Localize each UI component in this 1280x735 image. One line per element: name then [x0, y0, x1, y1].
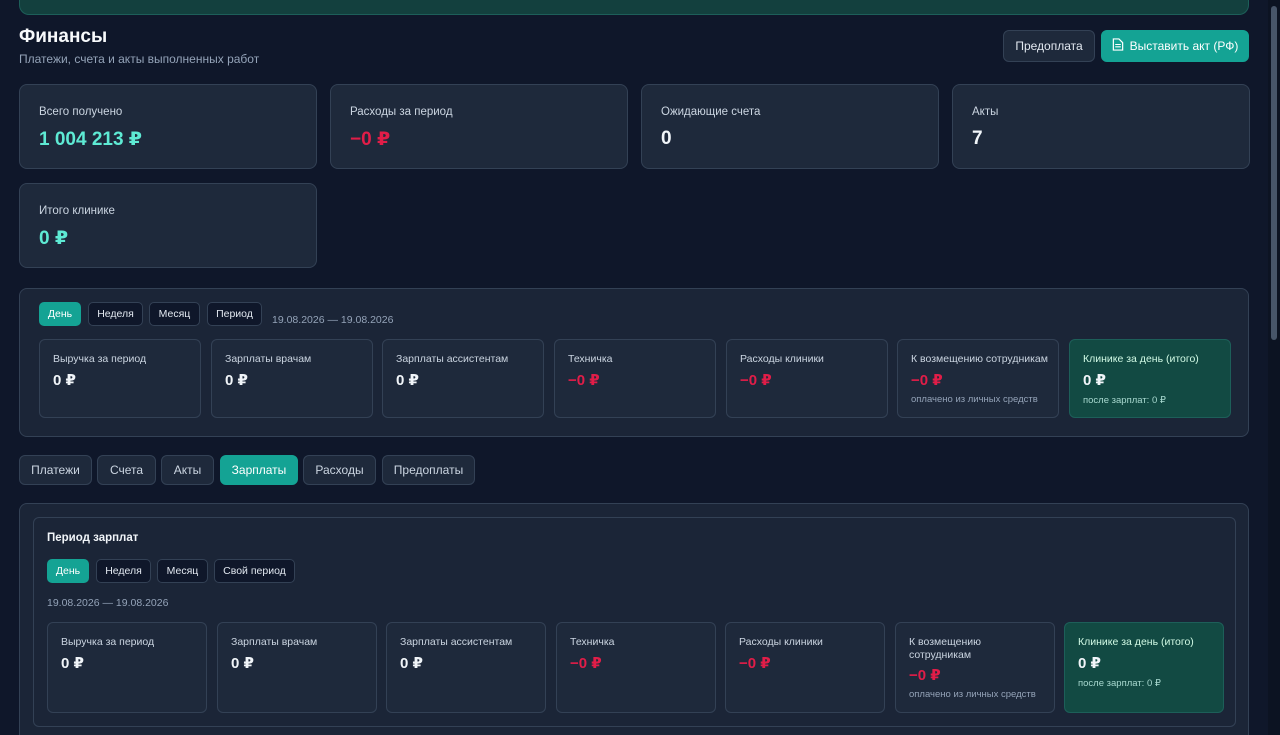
- salary-date-range: 19.08.2026 — 19.08.2026: [47, 597, 169, 609]
- salary-period-box: Период зарплат День Неделя Месяц Свой пе…: [33, 517, 1236, 727]
- salary-filter-custom-period[interactable]: Свой период: [214, 559, 295, 583]
- summary-card-clinic-day-total: Клинике за день (итого) 0 ₽ после зарпла…: [1069, 339, 1231, 418]
- summary-card-doctor-salaries: Зарплаты врачам 0 ₽: [211, 339, 373, 418]
- salary-filter-month[interactable]: Месяц: [157, 559, 208, 583]
- card-label: Зарплаты ассистентам: [396, 353, 509, 365]
- salary-section: Период зарплат День Неделя Месяц Свой пе…: [19, 503, 1249, 735]
- salary-card-revenue: Выручка за период 0 ₽: [47, 622, 207, 713]
- stat-label: Расходы за период: [350, 106, 453, 118]
- salary-card-cleaning: Техничка −0 ₽: [556, 622, 716, 713]
- stat-value: 0 ₽: [39, 228, 69, 249]
- card-value: −0 ₽: [740, 372, 772, 389]
- card-label: Техничка: [570, 636, 615, 648]
- salary-filter-week[interactable]: Неделя: [96, 559, 151, 583]
- issue-act-button[interactable]: Выставить акт (РФ): [1101, 30, 1249, 62]
- issue-act-button-label: Выставить акт (РФ): [1129, 39, 1239, 53]
- card-value: 0 ₽: [1078, 655, 1101, 672]
- card-label: Выручка за период: [61, 636, 155, 648]
- card-label: Зарплаты врачам: [225, 353, 312, 365]
- salary-card-reimbursement: К возмещению сотрудникам −0 ₽ оплачено и…: [895, 622, 1055, 713]
- card-value: 0 ₽: [225, 372, 248, 389]
- card-label: К возмещению сотрудникам: [909, 636, 981, 661]
- card-value: 0 ₽: [231, 655, 254, 672]
- card-note: после зарплат: 0 ₽: [1083, 395, 1166, 406]
- card-value: 0 ₽: [1083, 372, 1106, 389]
- tab-acts[interactable]: Акты: [161, 455, 214, 485]
- summary-card-clinic-expenses: Расходы клиники −0 ₽: [726, 339, 888, 418]
- stat-label: Акты: [972, 106, 999, 118]
- card-note: оплачено из личных средств: [911, 394, 1038, 405]
- tab-expenses[interactable]: Расходы: [303, 455, 376, 485]
- stat-card-acts: Акты 7: [952, 84, 1250, 169]
- card-value: −0 ₽: [911, 372, 943, 389]
- page-title: Финансы: [19, 26, 108, 47]
- card-label: К возмещению сотрудникам: [911, 353, 1048, 365]
- stat-value: 7: [972, 128, 983, 149]
- tab-payments[interactable]: Платежи: [19, 455, 92, 485]
- stat-value: 1 004 213 ₽: [39, 129, 143, 150]
- stat-card-expenses: Расходы за период −0 ₽: [330, 84, 628, 169]
- card-value: −0 ₽: [570, 655, 602, 672]
- salary-card-clinic-day-total: Клинике за день (итого) 0 ₽ после зарпла…: [1064, 622, 1224, 713]
- document-icon: [1112, 38, 1124, 54]
- filter-day[interactable]: День: [39, 302, 81, 326]
- summary-card-cleaning: Техничка −0 ₽: [554, 339, 716, 418]
- card-value: −0 ₽: [568, 372, 600, 389]
- stat-label: Итого клинике: [39, 205, 115, 217]
- top-banner-strip: [19, 0, 1249, 15]
- period-summary-panel: День Неделя Месяц Период 19.08.2026 — 19…: [19, 288, 1249, 437]
- card-value: 0 ₽: [396, 372, 419, 389]
- prepay-button-label: Предоплата: [1015, 39, 1083, 53]
- card-label: Выручка за период: [53, 353, 147, 365]
- scrollbar[interactable]: [1268, 0, 1280, 735]
- summary-card-revenue: Выручка за период 0 ₽: [39, 339, 201, 418]
- stat-value: 0: [661, 128, 672, 149]
- card-label: Клинике за день (итого): [1078, 636, 1194, 648]
- filter-period[interactable]: Период: [207, 302, 262, 326]
- stat-card-pending-invoices: Ожидающие счета 0: [641, 84, 939, 169]
- prepay-button[interactable]: Предоплата: [1003, 30, 1095, 62]
- card-label: Клинике за день (итого): [1083, 353, 1199, 365]
- tab-salaries[interactable]: Зарплаты: [220, 455, 298, 485]
- tab-prepayments[interactable]: Предоплаты: [382, 455, 475, 485]
- card-value: 0 ₽: [61, 655, 84, 672]
- salary-filter-day[interactable]: День: [47, 559, 89, 583]
- card-label: Расходы клиники: [739, 636, 823, 648]
- stat-card-total-received: Всего получено 1 004 213 ₽: [19, 84, 317, 169]
- salary-card-clinic-expenses: Расходы клиники −0 ₽: [725, 622, 885, 713]
- page-header: Финансы Платежи, счета и акты выполненны…: [19, 26, 1249, 68]
- summary-card-reimbursement: К возмещению сотрудникам −0 ₽ оплачено и…: [897, 339, 1059, 418]
- filter-week[interactable]: Неделя: [88, 302, 143, 326]
- tab-invoices[interactable]: Счета: [97, 455, 156, 485]
- scrollbar-thumb[interactable]: [1271, 6, 1277, 340]
- stat-card-clinic-total: Итого клинике 0 ₽: [19, 183, 317, 268]
- salary-card-assistant-salaries: Зарплаты ассистентам 0 ₽: [386, 622, 546, 713]
- card-note: оплачено из личных средств: [909, 689, 1036, 700]
- card-label: Зарплаты врачам: [231, 636, 318, 648]
- card-value: 0 ₽: [400, 655, 423, 672]
- card-label: Техничка: [568, 353, 613, 365]
- section-title: Период зарплат: [47, 532, 139, 544]
- date-range: 19.08.2026 — 19.08.2026: [272, 314, 394, 326]
- stat-label: Всего получено: [39, 106, 123, 118]
- card-note: после зарплат: 0 ₽: [1078, 678, 1161, 689]
- page-subtitle: Платежи, счета и акты выполненных работ: [19, 52, 260, 66]
- stat-label: Ожидающие счета: [661, 106, 761, 118]
- salary-card-doctor-salaries: Зарплаты врачам 0 ₽: [217, 622, 377, 713]
- card-value: 0 ₽: [53, 372, 76, 389]
- card-value: −0 ₽: [909, 667, 941, 684]
- summary-card-assistant-salaries: Зарплаты ассистентам 0 ₽: [382, 339, 544, 418]
- stat-value: −0 ₽: [350, 129, 391, 150]
- filter-month[interactable]: Месяц: [149, 302, 200, 326]
- card-label: Расходы клиники: [740, 353, 824, 365]
- card-value: −0 ₽: [739, 655, 771, 672]
- card-label: Зарплаты ассистентам: [400, 636, 513, 648]
